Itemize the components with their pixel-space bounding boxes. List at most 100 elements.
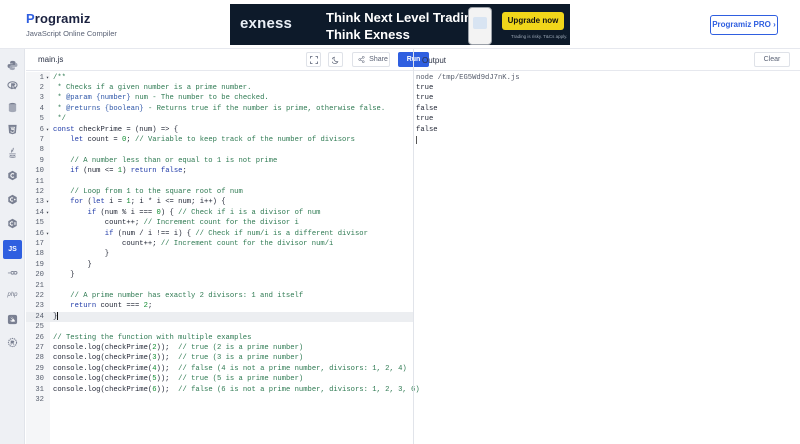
- line-number: 2: [39, 83, 44, 92]
- code-line[interactable]: 14 ▾ if (num % i === 0) { // Check if i i…: [26, 208, 413, 218]
- line-number: 10: [35, 167, 44, 176]
- code-line[interactable]: 4 * @returns {boolean} - Returns true if…: [26, 104, 413, 114]
- fold-chevron-icon[interactable]: ▾: [46, 229, 52, 239]
- fullscreen-icon[interactable]: [306, 52, 321, 67]
- programiz-logo[interactable]: Programiz JavaScript Online Compiler: [26, 11, 117, 38]
- code-token: checkPrime = (num) => {: [74, 125, 179, 134]
- code-line[interactable]: 24}: [26, 311, 413, 323]
- java-icon[interactable]: [3, 143, 22, 162]
- code-line[interactable]: 19 }: [26, 260, 413, 270]
- code-token: - Returns true if the number is prime, o…: [143, 104, 386, 113]
- output-console[interactable]: node /tmp/EG5Wd9dJ7nK.js true true false tru…: [414, 72, 800, 444]
- code-text: }: [53, 249, 109, 259]
- code-text: */: [53, 114, 66, 124]
- code-token: // A number less than or equal to 1 is n…: [70, 156, 278, 165]
- code-token: // Loop from 1 to the square root of num: [70, 187, 243, 196]
- code-line[interactable]: 30 console.log(checkPrime(5)); // true (5…: [26, 374, 413, 384]
- code-token: ));: [156, 354, 179, 363]
- php-icon[interactable]: php: [3, 286, 22, 305]
- line-number: 6: [39, 125, 44, 134]
- code-line[interactable]: 28 console.log(checkPrime(3)); // true (3…: [26, 353, 413, 363]
- code-token: num - The number to be checked.: [130, 94, 269, 103]
- code-line[interactable]: 26 // Testing the function with multiple …: [26, 333, 413, 343]
- code-line[interactable]: 23 return count === 2;: [26, 301, 413, 311]
- code-editor[interactable]: 1 ▾/** 2 * Checks if a given number is a p…: [26, 72, 420, 444]
- code-token: let: [91, 198, 105, 207]
- code-line[interactable]: 31 console.log(checkPrime(6)); // false (…: [26, 385, 419, 395]
- ad-brand: exness: [240, 15, 293, 32]
- code-line[interactable]: 10 if (num <= 1) return false;: [26, 166, 413, 176]
- code-line[interactable]: 13 ▾ for (let i = 1; i * i <= num; i++) {: [26, 197, 413, 207]
- share-button[interactable]: Share: [352, 52, 390, 67]
- code-line[interactable]: 2 * Checks if a given number is a prime …: [26, 83, 413, 93]
- fold-chevron-icon[interactable]: ▾: [46, 208, 52, 218]
- line-number: 15: [35, 219, 44, 228]
- code-line[interactable]: 7 let count = 0; // Variable to keep tra…: [26, 135, 413, 145]
- code-line[interactable]: 3 * @param {number} num - The number to …: [26, 93, 413, 103]
- code-token: ));: [156, 364, 179, 373]
- code-line[interactable]: 12 // Loop from 1 to the square root of …: [26, 187, 413, 197]
- html-icon[interactable]: [3, 120, 22, 139]
- code-line[interactable]: 6 ▾ const checkPrime = (num) => {: [26, 125, 413, 135]
- code-token: ;: [126, 135, 136, 144]
- line-number: 21: [35, 281, 44, 290]
- fold-chevron-icon[interactable]: ▾: [46, 125, 52, 135]
- line-number: 9: [39, 156, 44, 165]
- code-line[interactable]: 18 }: [26, 249, 413, 259]
- advertisement-banner[interactable]: exness Think Next Level Trading Think Ex…: [230, 4, 570, 45]
- code-line[interactable]: 8: [26, 145, 413, 155]
- code-line[interactable]: 16 ▾ if (num / i !== i) { // Check if num…: [26, 229, 413, 239]
- logo-name: Programiz: [26, 11, 117, 26]
- code-line[interactable]: 32: [26, 395, 413, 405]
- code-line[interactable]: 22 // A prime number has exactly 2 divis…: [26, 291, 413, 301]
- code-token: // Testing the function with multiple ex…: [53, 333, 252, 342]
- code-line[interactable]: 5 */: [26, 114, 413, 124]
- cpp-icon[interactable]: [3, 190, 22, 209]
- clear-button[interactable]: Clear: [754, 52, 790, 67]
- moon-icon[interactable]: [328, 52, 343, 67]
- code-line[interactable]: 20 }: [26, 270, 413, 280]
- tab-main-js[interactable]: main.js: [38, 55, 63, 64]
- programiz-pro-button[interactable]: Programiz PRO ›: [710, 15, 778, 35]
- code-line[interactable]: 17 count++; // Increment count for the d…: [26, 239, 413, 249]
- code-line[interactable]: 9 // A number less than or equal to 1 is…: [26, 156, 413, 166]
- r-icon[interactable]: [3, 76, 22, 95]
- code-line[interactable]: 27 console.log(checkPrime(2)); // true (2…: [26, 343, 413, 353]
- code-text: * Checks if a given number is a prime nu…: [53, 83, 251, 93]
- line-number: 16: [35, 229, 44, 238]
- go-icon[interactable]: [3, 263, 22, 282]
- code-text: * @param {number} num - The number to be…: [53, 93, 269, 103]
- code-token: /**: [53, 73, 66, 82]
- code-text: }: [53, 270, 74, 280]
- line-number: 29: [35, 364, 44, 373]
- python-icon[interactable]: [3, 56, 22, 75]
- swift-icon[interactable]: [3, 310, 22, 329]
- code-token: // Increment count for the divisor i: [143, 219, 299, 228]
- fold-chevron-icon[interactable]: ▾: [46, 73, 52, 83]
- code-line[interactable]: 25: [26, 322, 413, 332]
- c-icon[interactable]: [3, 166, 22, 185]
- sql-icon[interactable]: [3, 98, 22, 117]
- code-line[interactable]: 1 ▾/**: [26, 73, 413, 83]
- code-token: *: [53, 94, 66, 103]
- code-line[interactable]: 15 count++; // Increment count for the d…: [26, 218, 413, 228]
- js-icon[interactable]: JS: [3, 240, 22, 259]
- code-text: const checkPrime = (num) => {: [53, 125, 178, 135]
- share-label: Share: [369, 56, 388, 63]
- code-token: // A prime number has exactly 2 divisors…: [70, 291, 304, 300]
- code-token: // Variable to keep track of the number …: [135, 135, 355, 144]
- csharp-icon[interactable]: [3, 214, 22, 233]
- ad-cta-button[interactable]: Upgrade now: [502, 12, 564, 30]
- fold-chevron-icon[interactable]: ▾: [46, 197, 52, 207]
- code-token: for: [70, 198, 84, 207]
- code-line[interactable]: 21: [26, 281, 413, 291]
- line-number: 19: [35, 260, 44, 269]
- rust-icon[interactable]: [3, 333, 22, 352]
- code-line[interactable]: 11: [26, 177, 413, 187]
- code-line[interactable]: 29 console.log(checkPrime(4)); // false (…: [26, 364, 413, 374]
- code-token: ));: [156, 375, 179, 384]
- code-token: ): [122, 167, 131, 176]
